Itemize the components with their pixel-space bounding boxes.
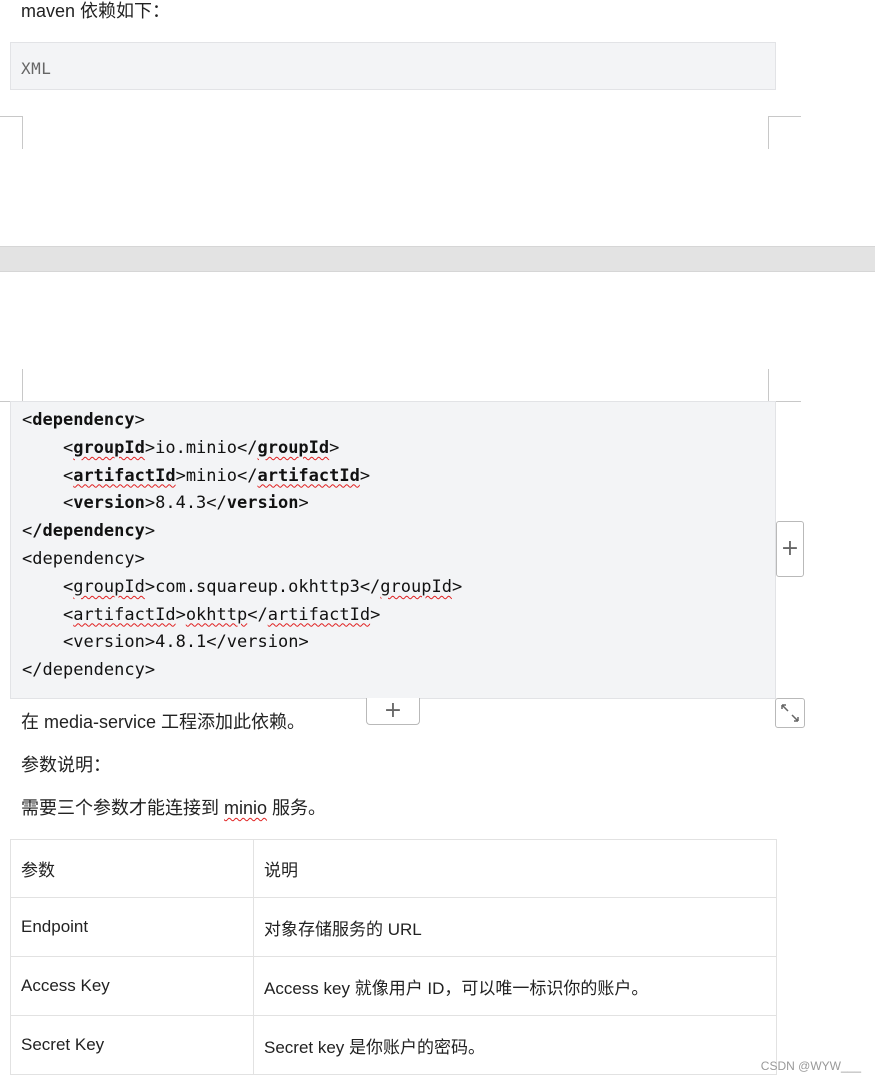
table-cell[interactable]: Access Key bbox=[10, 956, 254, 1016]
table-cell[interactable]: 对象存储服务的 URL bbox=[253, 897, 777, 957]
table-header-cell[interactable]: 参数 bbox=[10, 839, 254, 898]
table-cell[interactable]: Secret Key bbox=[10, 1015, 254, 1075]
code-line: <dependency> bbox=[22, 410, 145, 430]
code-line: <artifactId>minio</artifactId> bbox=[62, 465, 371, 486]
params-heading: 参数说明： bbox=[21, 755, 111, 775]
intro-text: maven 依赖如下： bbox=[21, 1, 171, 21]
code-language-box[interactable]: XML bbox=[10, 42, 776, 90]
params-intro-suffix: 服务。 bbox=[267, 798, 327, 818]
params-intro-word: minio bbox=[224, 798, 268, 818]
code-line: </dependency> bbox=[22, 660, 156, 681]
page-corner-mark bbox=[768, 116, 801, 149]
params-intro-prefix: 需要三个参数才能连接到 bbox=[21, 798, 224, 818]
table-row: Secret Key Secret key 是你账户的密码。 bbox=[10, 1015, 777, 1075]
code-line: <artifactId>okhttp</artifactId> bbox=[62, 604, 381, 625]
resize-button[interactable] bbox=[775, 698, 805, 728]
table-row: Endpoint 对象存储服务的 URL bbox=[10, 897, 777, 957]
watermark: CSDN @WYW___ bbox=[760, 1059, 861, 1073]
params-table: 参数 说明 Endpoint 对象存储服务的 URL Access Key Ac… bbox=[10, 839, 777, 1075]
plus-icon: + bbox=[383, 698, 403, 723]
page-corner-mark bbox=[0, 369, 23, 402]
code-line: <groupId>com.squareup.okhttp3</groupId> bbox=[62, 576, 463, 597]
project-note: 在 media-service 工程添加此依赖。 bbox=[21, 712, 306, 732]
table-row: Access Key Access key 就像用户 ID，可以唯一标识你的账户… bbox=[10, 956, 777, 1016]
table-cell[interactable]: Secret key 是你账户的密码。 bbox=[253, 1015, 777, 1075]
expand-icon bbox=[781, 704, 799, 722]
code-line: </dependency> bbox=[22, 521, 156, 542]
add-row-button[interactable]: + bbox=[366, 698, 420, 725]
page-corner-mark bbox=[0, 116, 23, 149]
code-line: <version>4.8.1</version> bbox=[62, 632, 309, 653]
code-line: <version>8.4.3</version> bbox=[62, 493, 309, 514]
table-cell[interactable]: Access key 就像用户 ID，可以唯一标识你的账户。 bbox=[253, 956, 777, 1016]
code-language-label: XML bbox=[21, 59, 52, 78]
table-header-row: 参数 说明 bbox=[10, 839, 777, 898]
add-column-button[interactable]: + bbox=[776, 521, 804, 577]
code-content: <dependency> <groupId>io.minio</groupId>… bbox=[22, 407, 462, 685]
code-line: <groupId>io.minio</groupId> bbox=[62, 437, 340, 458]
page-break-gap bbox=[0, 246, 875, 272]
table-header-cell[interactable]: 说明 bbox=[253, 839, 777, 898]
code-line: <dependency> bbox=[22, 548, 145, 569]
params-intro: 需要三个参数才能连接到 minio 服务。 bbox=[21, 796, 326, 820]
table-cell[interactable]: Endpoint bbox=[10, 897, 254, 957]
plus-icon: + bbox=[780, 536, 800, 561]
page-corner-mark bbox=[768, 369, 801, 402]
code-block[interactable]: <dependency> <groupId>io.minio</groupId>… bbox=[10, 401, 776, 699]
